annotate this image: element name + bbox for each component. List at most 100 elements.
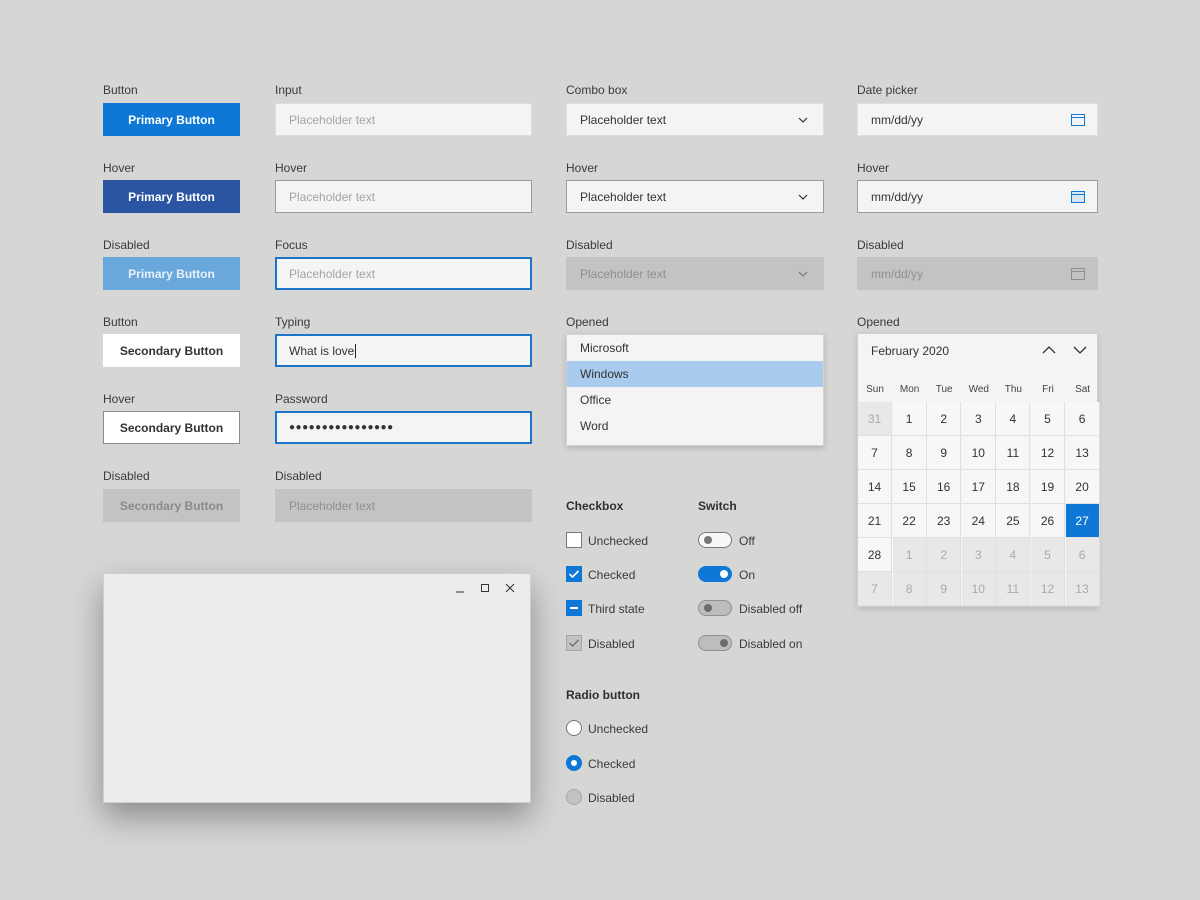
calendar-day[interactable]: 2 <box>927 402 962 436</box>
calendar-day[interactable]: 5 <box>1031 402 1065 436</box>
primary-button[interactable]: Primary Button <box>103 103 240 136</box>
checkbox-disabled <box>566 635 582 651</box>
radio-unchecked[interactable] <box>566 720 582 736</box>
weekday-header: Mon <box>899 384 920 395</box>
date-placeholder: mm/dd/yy <box>871 189 924 204</box>
calendar-day[interactable]: 4 <box>996 402 1031 436</box>
radio-dot <box>571 760 577 766</box>
checkbox-unchecked[interactable] <box>566 532 582 548</box>
weekday-header: Tue <box>935 384 953 395</box>
calendar-day[interactable]: 3 <box>961 402 996 436</box>
calendar-day[interactable]: 12 <box>1031 436 1065 470</box>
calendar-day[interactable]: 23 <box>927 504 962 538</box>
calendar-day[interactable]: 5 <box>1031 538 1065 572</box>
switch-knob <box>720 570 728 578</box>
password-input[interactable]: ●●●●●●●●●●●●●●●● <box>275 411 532 444</box>
calendar-day[interactable]: 13 <box>1065 572 1100 606</box>
checkmark-icon <box>568 570 580 579</box>
chevron-down-icon[interactable] <box>1072 343 1088 357</box>
dropdown-option-microsoft[interactable]: Microsoft <box>567 335 823 361</box>
calendar-day[interactable]: 7 <box>858 572 892 606</box>
minimize-icon[interactable] <box>453 581 467 595</box>
checkbox-third-state[interactable] <box>566 600 582 616</box>
primary-button-hover[interactable]: Primary Button <box>103 180 240 213</box>
calendar-day[interactable]: 8 <box>892 572 927 606</box>
calendar-day[interactable]: 21 <box>858 504 892 538</box>
calendar-day[interactable]: 19 <box>1031 470 1065 504</box>
combo-opened-label: Opened <box>566 315 609 329</box>
calendar-day[interactable]: 18 <box>996 470 1031 504</box>
calendar-day[interactable]: 1 <box>892 538 927 572</box>
calendar-icon <box>1071 114 1085 126</box>
calendar-day[interactable]: 6 <box>1065 538 1100 572</box>
date-picker[interactable]: mm/dd/yy <box>857 103 1098 136</box>
calendar-day[interactable]: 10 <box>961 572 996 606</box>
calendar-day[interactable]: 16 <box>927 470 962 504</box>
date-picker-label: Date picker <box>857 83 918 97</box>
weekday-header: Sat <box>1075 384 1091 395</box>
switch-on[interactable] <box>698 566 732 582</box>
calendar-day[interactable]: 2 <box>927 538 962 572</box>
weekday-header: Wed <box>968 384 989 395</box>
calendar-day[interactable]: 25 <box>996 504 1031 538</box>
maximize-icon[interactable] <box>478 581 492 595</box>
chevron-down-icon <box>798 271 808 277</box>
combo-box-hover[interactable]: Placeholder text <box>566 180 824 213</box>
checkbox-title: Checkbox <box>566 499 624 513</box>
calendar-day[interactable]: 13 <box>1065 436 1100 470</box>
input-label: Input <box>275 83 302 97</box>
text-input-hover[interactable]: Placeholder text <box>275 180 532 213</box>
calendar-day[interactable]: 9 <box>927 572 962 606</box>
calendar-day[interactable]: 20 <box>1065 470 1100 504</box>
calendar-day[interactable]: 11 <box>996 572 1031 606</box>
secondary-button[interactable]: Secondary Button <box>103 334 240 367</box>
combo-placeholder: Placeholder text <box>580 266 667 281</box>
switch-knob <box>704 604 712 612</box>
radio-checked[interactable] <box>566 755 582 771</box>
combo-label: Combo box <box>566 83 628 97</box>
dropdown-option-windows[interactable]: Windows <box>567 361 823 387</box>
checkbox-disabled-label: Disabled <box>588 637 635 651</box>
calendar-day[interactable]: 31 <box>858 402 892 436</box>
date-hover-label: Hover <box>857 161 890 175</box>
date-opened-label: Opened <box>857 315 900 329</box>
calendar-day[interactable]: 6 <box>1065 402 1100 436</box>
text-input-typing[interactable]: What is love <box>275 334 532 367</box>
combo-box[interactable]: Placeholder text <box>566 103 824 136</box>
close-icon[interactable] <box>503 581 517 595</box>
calendar-day[interactable]: 15 <box>892 470 927 504</box>
calendar-day[interactable]: 24 <box>961 504 996 538</box>
calendar-day[interactable]: 17 <box>961 470 996 504</box>
calendar-day[interactable]: 7 <box>858 436 892 470</box>
combo-hover-label: Hover <box>566 161 599 175</box>
calendar-day[interactable]: 10 <box>961 436 996 470</box>
switch-disabled-on <box>698 635 732 651</box>
calendar-icon <box>1071 191 1085 203</box>
calendar-day[interactable]: 11 <box>996 436 1031 470</box>
calendar-day[interactable]: 27 <box>1065 504 1100 538</box>
calendar-day[interactable]: 28 <box>858 538 892 572</box>
date-picker-hover[interactable]: mm/dd/yy <box>857 180 1098 213</box>
calendar-day[interactable]: 1 <box>892 402 927 436</box>
button-disabled-label: Disabled <box>103 238 150 252</box>
dropdown-option-word[interactable]: Word <box>567 413 823 439</box>
calendar-day[interactable]: 4 <box>996 538 1031 572</box>
calendar-day[interactable]: 9 <box>927 436 962 470</box>
calendar-day[interactable]: 3 <box>961 538 996 572</box>
calendar-day[interactable]: 12 <box>1031 572 1065 606</box>
input-placeholder: Placeholder text <box>289 112 376 127</box>
switch-off[interactable] <box>698 532 732 548</box>
calendar-day[interactable]: 14 <box>858 470 892 504</box>
date-placeholder: mm/dd/yy <box>871 112 924 127</box>
calendar-day[interactable]: 26 <box>1031 504 1065 538</box>
text-input-focus[interactable]: Placeholder text <box>275 257 532 290</box>
dropdown-option-office[interactable]: Office <box>567 387 823 413</box>
calendar-day[interactable]: 8 <box>892 436 927 470</box>
weekday-header: Fri <box>1042 384 1054 395</box>
calendar-day[interactable]: 22 <box>892 504 927 538</box>
secondary-button-hover[interactable]: Secondary Button <box>103 411 240 444</box>
calendar-month: February 2020 <box>871 344 950 358</box>
chevron-up-icon[interactable] <box>1041 343 1057 357</box>
checkbox-checked[interactable] <box>566 566 582 582</box>
text-input[interactable]: Placeholder text <box>275 103 532 136</box>
